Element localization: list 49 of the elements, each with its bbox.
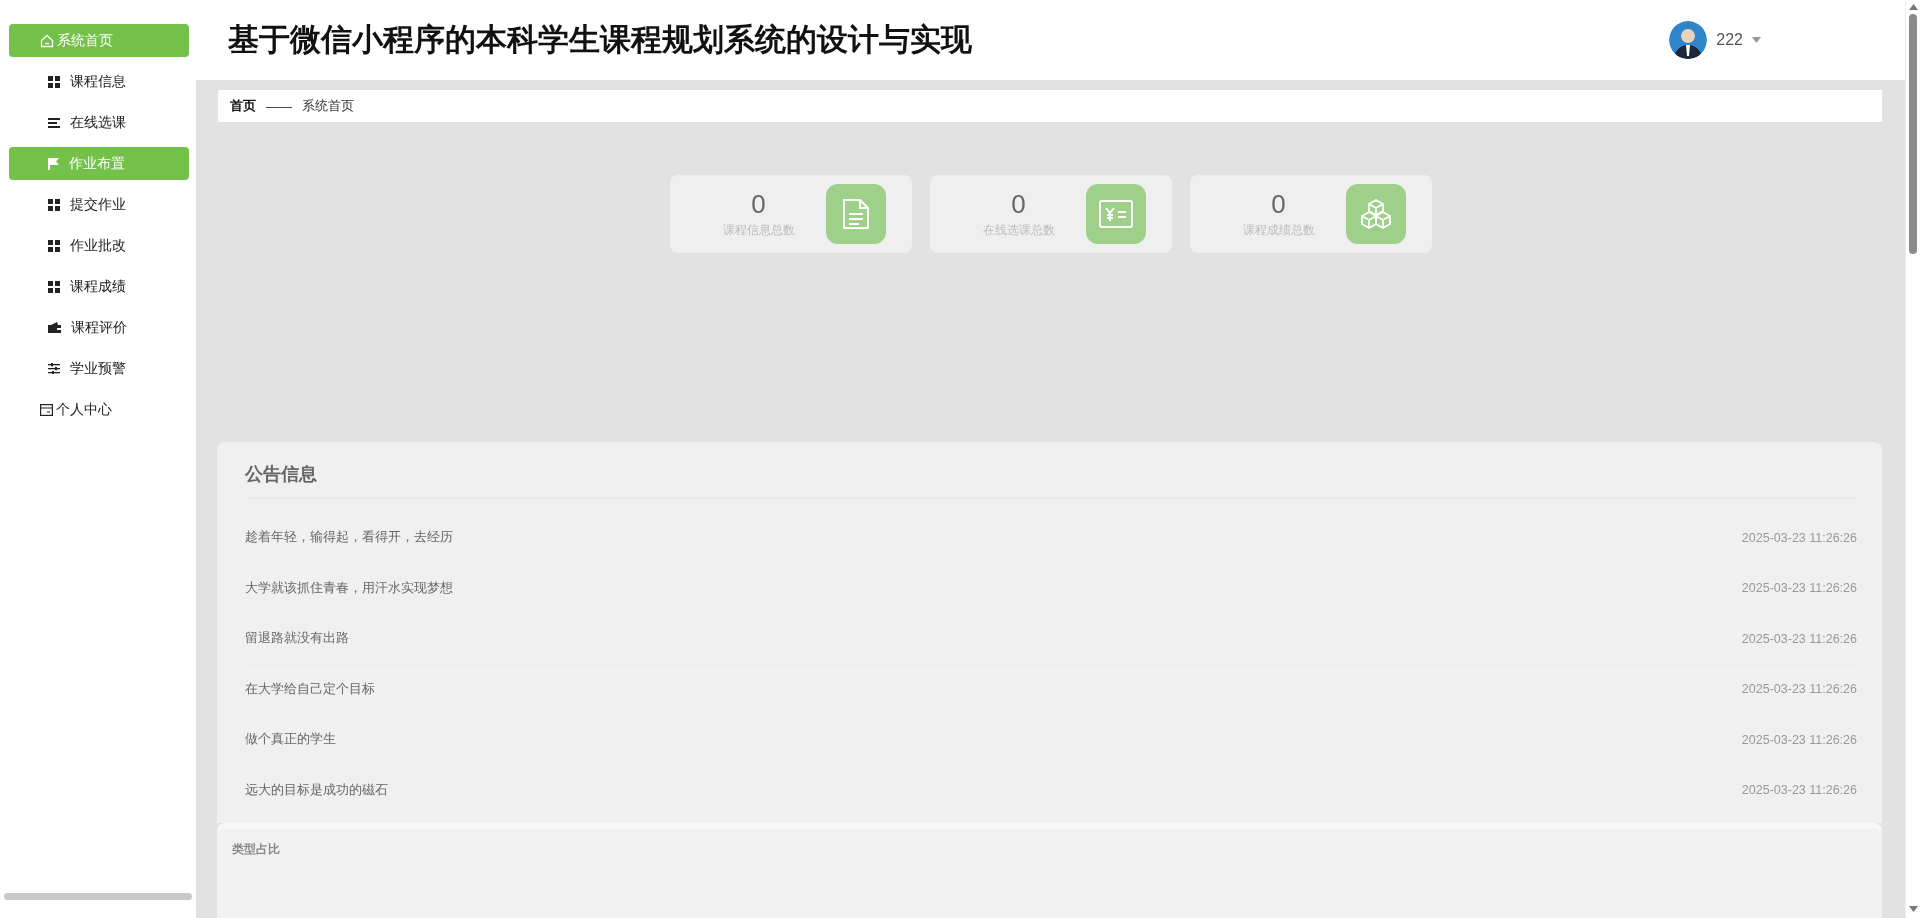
sidebar-item[interactable]: 课程信息: [9, 65, 189, 98]
notice-title[interactable]: 做个真正的学生: [245, 731, 336, 749]
notice-date: 2025-03-23 11:26:26: [1741, 581, 1857, 596]
sidebar-item[interactable]: 课程成绩: [9, 270, 189, 303]
breadcrumb-link[interactable]: 系统首页: [302, 97, 354, 115]
notice-title[interactable]: 留退路就没有出路: [245, 630, 349, 648]
notice-title[interactable]: 远大的目标是成功的磁石: [245, 781, 388, 799]
notice-date: 2025-03-23 11:26:26: [1741, 631, 1857, 646]
sidebar-item[interactable]: 提交作业: [9, 188, 189, 221]
scroll-up-icon[interactable]: [1908, 4, 1918, 10]
sidebar-item[interactable]: 在线选课: [9, 106, 189, 139]
sidebar-item[interactable]: 作业批改: [9, 229, 189, 262]
notice-title[interactable]: 大学就该抓住青春，用汗水实现梦想: [245, 579, 453, 597]
sidebar-item[interactable]: 个人中心: [9, 393, 189, 426]
currency-card-icon: [1098, 200, 1133, 228]
notice-date: 2025-03-23 11:26:26: [1741, 682, 1857, 697]
user-name[interactable]: 222: [1716, 31, 1743, 49]
grid-icon: [48, 75, 60, 88]
notice-date: 2025-03-23 11:26:26: [1741, 732, 1857, 747]
notice-title[interactable]: 在大学给自己定个目标: [245, 680, 375, 698]
cubes-icon: [1358, 198, 1393, 230]
grid-icon: [48, 198, 60, 211]
scrollbar-thumb[interactable]: [1909, 14, 1917, 254]
panel-title: 公告信息: [245, 463, 317, 486]
sidebar-item[interactable]: 学业预警: [9, 352, 189, 385]
notice-date: 2025-03-23 11:26:26: [1741, 530, 1857, 545]
stat-value: 0: [1011, 189, 1026, 220]
breadcrumb-link[interactable]: 首页: [230, 97, 256, 115]
notice-title[interactable]: 趁着年轻，输得起，看得开，去经历: [245, 529, 453, 547]
list-icon: [48, 117, 60, 128]
window-icon: [40, 403, 53, 416]
grid-icon: [48, 280, 60, 293]
avatar[interactable]: [1669, 21, 1708, 59]
page-title: 基于微信小程序的本科学生课程规划系统的设计与实现: [228, 21, 973, 59]
home-icon: [40, 33, 54, 48]
breadcrumb-separator: ——: [266, 98, 292, 114]
document-icon: [841, 198, 870, 230]
stat-value: 0: [751, 189, 766, 220]
sidebar-item[interactable]: 课程评价: [9, 311, 189, 344]
flag-icon: [48, 157, 59, 170]
chart-title: 类型占比: [232, 842, 280, 856]
caret-icon[interactable]: [1752, 37, 1761, 43]
stat-value: 0: [1271, 189, 1286, 220]
notice-date: 2025-03-23 11:26:26: [1741, 783, 1857, 798]
wallet-icon: [48, 322, 61, 333]
scrollbar[interactable]: [4, 893, 192, 900]
scroll-down-icon[interactable]: [1908, 906, 1918, 912]
grid-icon: [48, 239, 60, 252]
sliders-icon: [48, 363, 60, 374]
